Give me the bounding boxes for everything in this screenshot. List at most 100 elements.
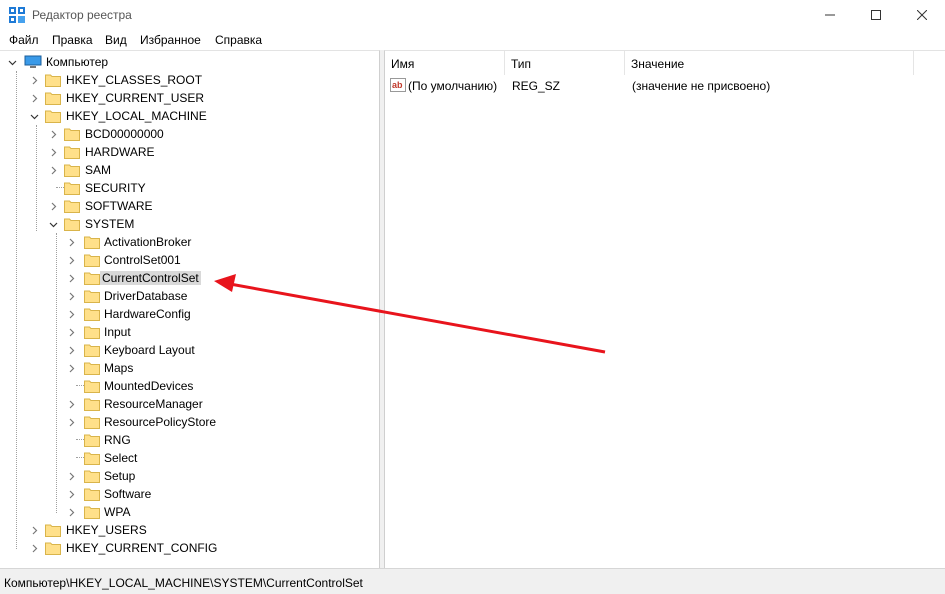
tree-node-bcd[interactable]: BCD00000000 — [0, 125, 379, 143]
folder-icon — [84, 416, 100, 429]
tree-node-setup[interactable]: Setup — [0, 467, 379, 485]
chevron-down-icon[interactable] — [28, 109, 40, 123]
tree-node-controlset001[interactable]: ControlSet001 — [0, 251, 379, 269]
tree-node-security[interactable]: SECURITY — [0, 179, 379, 197]
chevron-right-icon[interactable] — [28, 91, 40, 105]
column-header-value[interactable]: Значение — [625, 51, 914, 75]
key-path: Компьютер\HKEY_LOCAL_MACHINE\SYSTEM\Curr… — [4, 576, 363, 590]
menu-edit[interactable]: Правка — [52, 33, 93, 47]
maximize-button[interactable] — [853, 0, 899, 30]
chevron-right-icon[interactable] — [47, 127, 59, 141]
tree-label: SYSTEM — [85, 217, 135, 231]
close-button[interactable] — [899, 0, 945, 30]
tree-node-input[interactable]: Input — [0, 323, 379, 341]
chevron-right-icon[interactable] — [65, 253, 77, 267]
tree-node-sam[interactable]: SAM — [0, 161, 379, 179]
tree-node-keyboardlayout[interactable]: Keyboard Layout — [0, 341, 379, 359]
tree-node-hkcc[interactable]: HKEY_CURRENT_CONFIG — [0, 539, 379, 557]
folder-icon — [84, 434, 100, 447]
minimize-icon — [825, 14, 835, 16]
folder-open-icon — [64, 218, 80, 231]
tree-label: HKEY_CURRENT_USER — [66, 91, 205, 105]
tree-node-mounteddevices[interactable]: MountedDevices — [0, 377, 379, 395]
chevron-right-icon[interactable] — [47, 199, 59, 213]
chevron-right-icon[interactable] — [65, 271, 77, 285]
string-value-icon: ab — [390, 78, 406, 92]
chevron-right-icon[interactable] — [47, 163, 59, 177]
chevron-right-icon[interactable] — [47, 145, 59, 159]
tree-label: MountedDevices — [104, 379, 194, 393]
tree-node-software[interactable]: SOFTWARE — [0, 197, 379, 215]
minimize-button[interactable] — [807, 0, 853, 30]
folder-icon — [84, 470, 100, 483]
tree-label: BCD00000000 — [85, 127, 164, 141]
column-header-name[interactable]: Имя — [385, 51, 505, 75]
tree-node-hardware[interactable]: HARDWARE — [0, 143, 379, 161]
folder-icon — [45, 92, 61, 105]
tree-node-hklm[interactable]: HKEY_LOCAL_MACHINE — [0, 107, 379, 125]
tree-node-hkcu[interactable]: HKEY_CURRENT_USER — [0, 89, 379, 107]
chevron-right-icon[interactable] — [65, 505, 77, 519]
tree-node-resourcepolicystore[interactable]: ResourcePolicyStore — [0, 413, 379, 431]
value-type: REG_SZ — [512, 79, 561, 93]
chevron-right-icon[interactable] — [65, 289, 77, 303]
folder-icon — [84, 272, 100, 285]
folder-icon — [84, 380, 100, 393]
tree-label: HARDWARE — [85, 145, 155, 159]
chevron-right-icon[interactable] — [65, 397, 77, 411]
chevron-right-icon[interactable] — [28, 541, 40, 555]
title-bar: Редактор реестра — [0, 0, 945, 30]
tree-label: DriverDatabase — [104, 289, 188, 303]
key-tree[interactable]: Компьютер HKEY_CLASSES_ROOT HKEY_CURRENT… — [0, 50, 380, 568]
chevron-right-icon[interactable] — [65, 415, 77, 429]
tree-label: ResourcePolicyStore — [104, 415, 217, 429]
chevron-down-icon[interactable] — [6, 55, 18, 69]
tree-node-maps[interactable]: Maps — [0, 359, 379, 377]
folder-icon — [45, 542, 61, 555]
folder-icon — [64, 128, 80, 141]
menu-help[interactable]: Справка — [215, 33, 262, 47]
folder-icon — [84, 488, 100, 501]
tree-node-hardwareconfig[interactable]: HardwareConfig — [0, 305, 379, 323]
chevron-right-icon[interactable] — [65, 469, 77, 483]
folder-icon — [84, 254, 100, 267]
chevron-right-icon[interactable] — [28, 73, 40, 87]
chevron-right-icon[interactable] — [65, 343, 77, 357]
folder-icon — [84, 326, 100, 339]
value-name: (По умолчанию) — [408, 79, 498, 93]
tree-node-hku[interactable]: HKEY_USERS — [0, 521, 379, 539]
tree-node-software-system[interactable]: Software — [0, 485, 379, 503]
values-list[interactable]: Имя Тип Значение ab (По умолчанию) REG_S… — [384, 50, 945, 568]
tree-node-hkcr[interactable]: HKEY_CLASSES_ROOT — [0, 71, 379, 89]
tree-node-rng[interactable]: RNG — [0, 431, 379, 449]
column-header-type[interactable]: Тип — [505, 51, 625, 75]
tree-node-wpa[interactable]: WPA — [0, 503, 379, 521]
chevron-down-icon[interactable] — [47, 217, 59, 231]
menu-file[interactable]: Файл — [9, 33, 39, 47]
tree-node-computer[interactable]: Компьютер — [0, 53, 379, 71]
tree-node-currentcontrolset[interactable]: CurrentControlSet — [0, 269, 379, 287]
tree-label: WPA — [104, 505, 131, 519]
chevron-right-icon[interactable] — [65, 361, 77, 375]
tree-node-resourcemanager[interactable]: ResourceManager — [0, 395, 379, 413]
tree-node-driverdatabase[interactable]: DriverDatabase — [0, 287, 379, 305]
folder-icon — [84, 362, 100, 375]
tree-label: Setup — [104, 469, 136, 483]
tree-label: SOFTWARE — [85, 199, 153, 213]
value-row[interactable]: ab (По умолчанию) REG_SZ (значение не пр… — [385, 77, 945, 95]
chevron-right-icon[interactable] — [28, 523, 40, 537]
chevron-right-icon[interactable] — [65, 487, 77, 501]
tree-label-selected: CurrentControlSet — [100, 271, 201, 285]
chevron-right-icon[interactable] — [65, 325, 77, 339]
menu-favorites[interactable]: Избранное — [140, 33, 201, 47]
menu-view[interactable]: Вид — [105, 33, 127, 47]
tree-node-select[interactable]: Select — [0, 449, 379, 467]
folder-icon — [84, 236, 100, 249]
chevron-right-icon[interactable] — [65, 307, 77, 321]
chevron-right-icon[interactable] — [65, 235, 77, 249]
tree-node-system[interactable]: SYSTEM — [0, 215, 379, 233]
folder-icon — [84, 452, 100, 465]
tree-node-activationbroker[interactable]: ActivationBroker — [0, 233, 379, 251]
tree-label: Keyboard Layout — [104, 343, 195, 357]
window-title: Редактор реестра — [32, 8, 132, 22]
